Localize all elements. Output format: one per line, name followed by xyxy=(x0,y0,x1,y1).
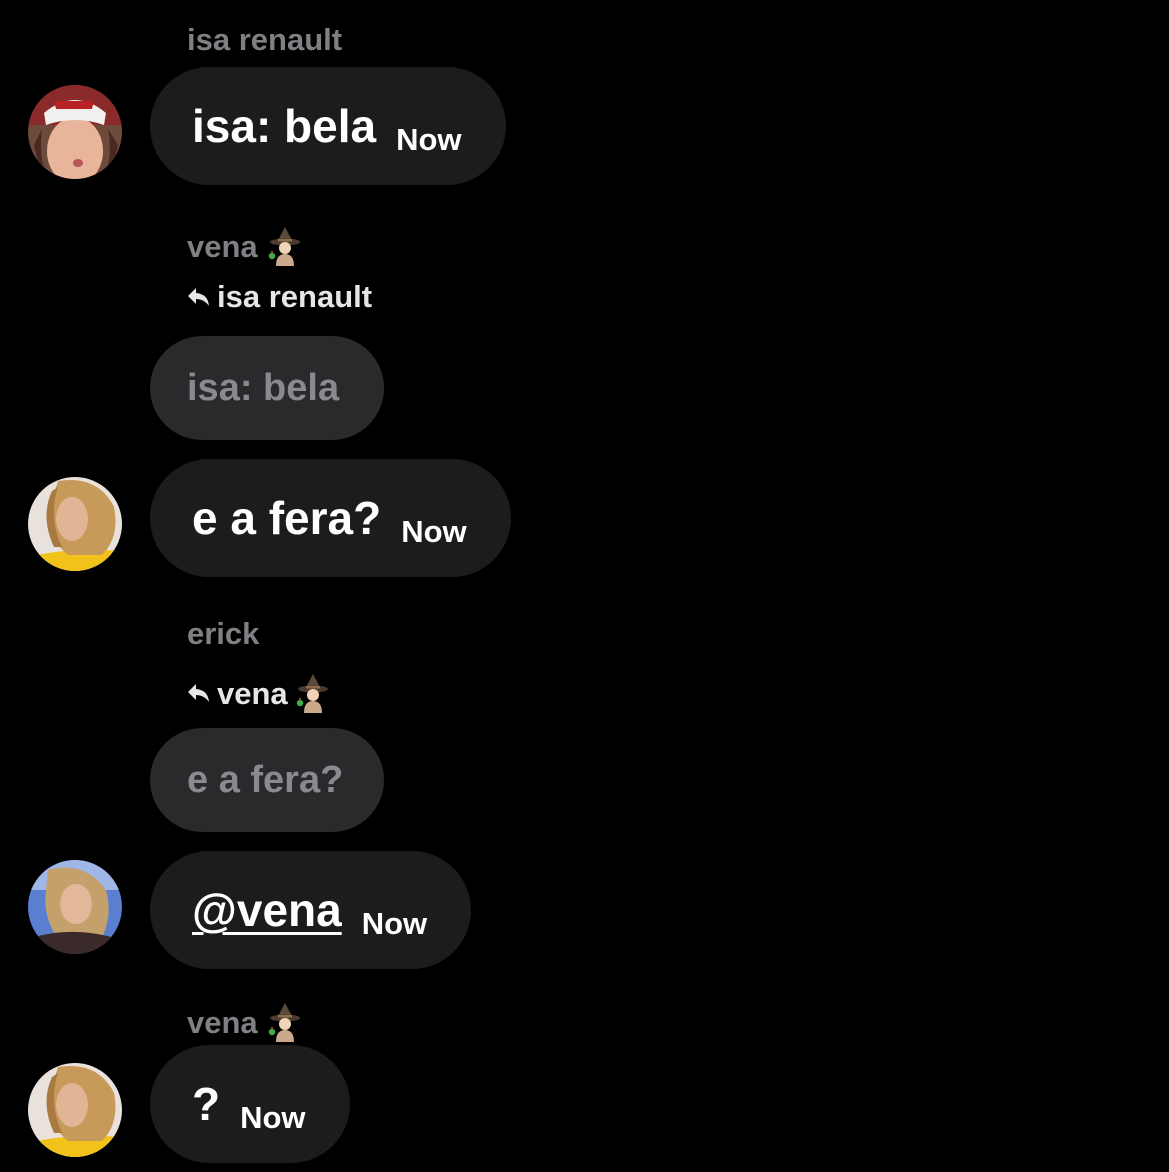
message-time: Now xyxy=(396,121,462,157)
sender-name: isa renault xyxy=(187,24,342,55)
message-text: ? xyxy=(192,1078,221,1130)
message-bubble[interactable]: e a fera? Now xyxy=(150,459,511,577)
sender-name-text: vena xyxy=(187,228,258,264)
reply-arrow-icon xyxy=(187,683,211,703)
quoted-text: e a fera? xyxy=(187,759,344,801)
avatar[interactable] xyxy=(28,860,122,954)
sender-name: vena xyxy=(187,226,304,266)
quoted-text: isa: bela xyxy=(187,367,340,409)
avatar[interactable] xyxy=(28,1063,122,1157)
message-text: e a fera? xyxy=(192,492,382,544)
quoted-message[interactable]: isa: bela xyxy=(150,336,384,440)
quoted-message[interactable]: e a fera? xyxy=(150,728,384,832)
message-bubble[interactable]: isa: bela Now xyxy=(150,67,506,185)
sender-name: erick xyxy=(187,618,259,649)
reply-arrow-icon xyxy=(187,287,211,307)
sender-name: vena xyxy=(187,1002,304,1042)
message-time: Now xyxy=(361,905,428,941)
sender-name-text: erick xyxy=(187,616,260,651)
avatar[interactable] xyxy=(28,477,122,571)
reply-to-indicator[interactable]: vena xyxy=(187,673,332,713)
witch-emoji-icon xyxy=(266,1002,304,1042)
message-bubble[interactable]: @vena Now xyxy=(150,851,472,969)
witch-emoji-icon xyxy=(266,226,304,266)
sender-name-text: isa renault xyxy=(187,22,343,57)
reply-to-name: isa renault xyxy=(217,279,373,314)
reply-to-name: vena xyxy=(217,675,288,711)
message-bubble[interactable]: ? Now xyxy=(150,1045,350,1163)
sender-name-text: vena xyxy=(187,1004,258,1040)
witch-emoji-icon xyxy=(294,673,332,713)
avatar[interactable] xyxy=(28,85,122,179)
message-time: Now xyxy=(240,1099,306,1135)
mention-link[interactable]: @vena xyxy=(192,887,342,933)
message-time: Now xyxy=(401,513,467,549)
message-text: isa: bela xyxy=(192,100,377,152)
reply-to-indicator[interactable]: isa renault xyxy=(187,281,372,312)
